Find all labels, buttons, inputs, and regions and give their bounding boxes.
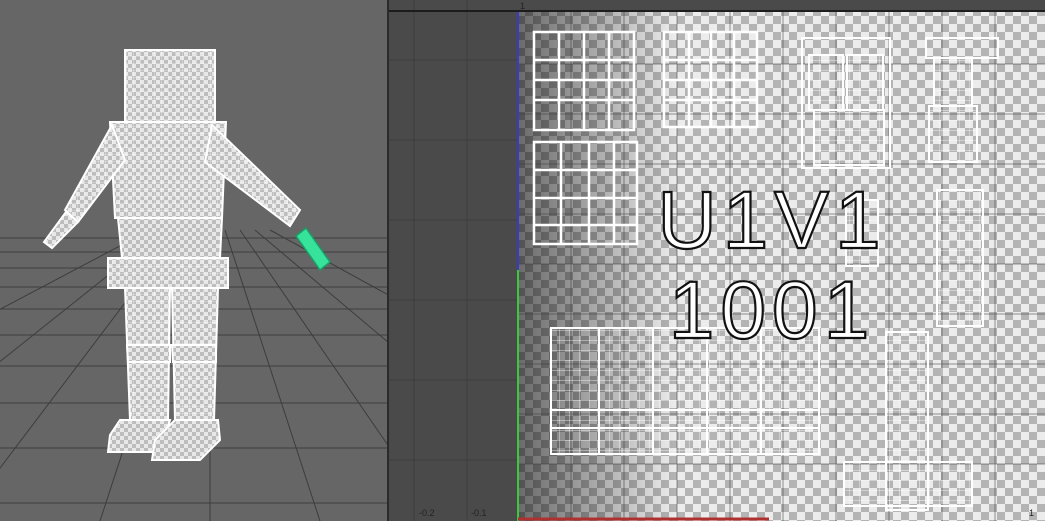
right-tick-label: 1 xyxy=(1029,508,1034,518)
axis-label-neg-0-1: -0.1 xyxy=(471,508,487,518)
character-wireframe-icon[interactable] xyxy=(42,49,332,461)
uv-tile-name: U1V1 xyxy=(657,175,886,266)
uv-shell-arm-upper[interactable] xyxy=(801,37,891,169)
uv-canvas[interactable]: U1V1 1001 -0.2 -0.1 1 1 xyxy=(389,0,1045,521)
selected-hand[interactable] xyxy=(294,226,332,272)
axis-label-neg-0-2: -0.2 xyxy=(419,508,435,518)
uv-shell-feet[interactable] xyxy=(843,461,973,507)
uv-grid-outside xyxy=(389,0,518,521)
uv-shell-forearm[interactable] xyxy=(936,189,984,327)
viewport-canvas[interactable] xyxy=(0,0,387,521)
uv-tile-number: 1001 xyxy=(669,265,875,356)
top-tick-label: 1 xyxy=(520,1,525,11)
3d-viewport[interactable] xyxy=(0,0,387,521)
uv-editor[interactable]: U1V1 1001 -0.2 -0.1 1 1 xyxy=(389,0,1045,521)
